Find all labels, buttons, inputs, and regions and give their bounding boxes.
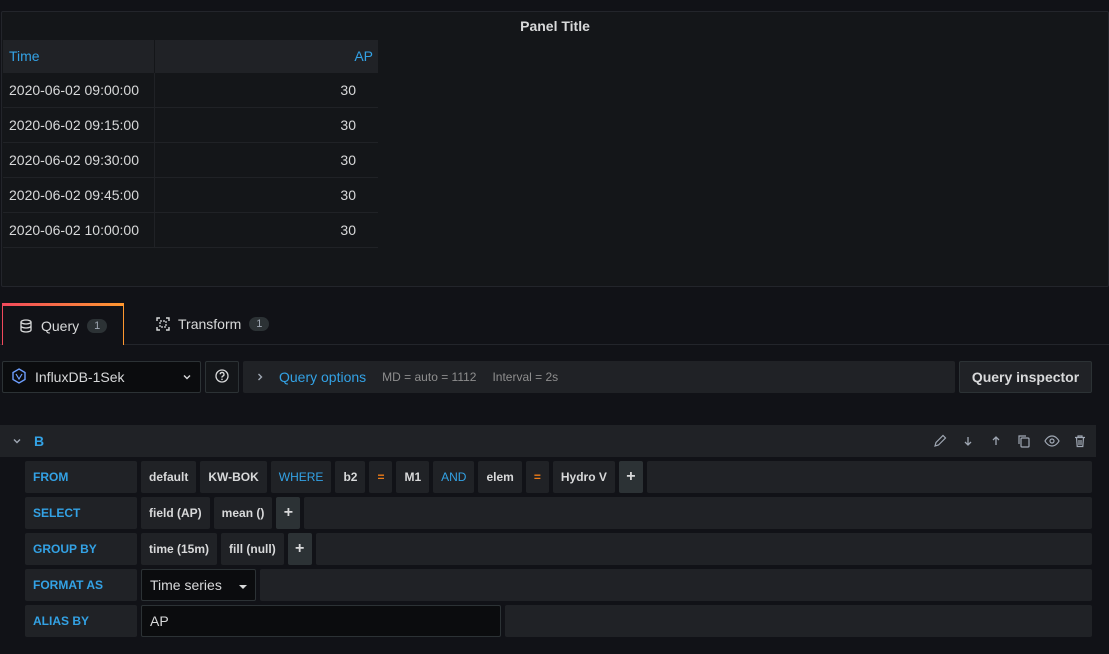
table-row: 2020-06-02 09:00:00 30 xyxy=(3,73,378,108)
trash-icon[interactable] xyxy=(1072,433,1088,449)
cell-ap: 30 xyxy=(340,222,356,238)
database-icon xyxy=(19,318,33,333)
measurement-segment[interactable]: KW-BOK xyxy=(200,461,267,493)
add-group-by-button[interactable]: + xyxy=(287,533,312,565)
tab-transform[interactable]: Transform 1 xyxy=(140,303,285,345)
chevron-down-icon[interactable] xyxy=(12,433,22,449)
format-select[interactable]: Time series xyxy=(141,569,256,601)
retention-policy-segment[interactable]: default xyxy=(141,461,197,493)
chevron-down-icon xyxy=(182,369,192,385)
group-by-row: GROUP BY time (15m) fill (null) + xyxy=(25,533,1092,565)
where-keyword: WHERE xyxy=(270,461,332,493)
panel-title[interactable]: Panel Title xyxy=(2,18,1108,34)
question-circle-icon xyxy=(215,368,229,386)
query-ref-id: B xyxy=(34,433,45,449)
help-button[interactable] xyxy=(205,361,239,393)
pencil-icon[interactable] xyxy=(932,433,948,449)
tag-key-segment[interactable]: elem xyxy=(478,461,522,493)
row-filler xyxy=(260,569,1092,601)
cell-time: 2020-06-02 09:30:00 xyxy=(3,143,155,177)
tab-query[interactable]: Query 1 xyxy=(2,303,124,346)
row-filler xyxy=(646,461,1092,493)
cell-time: 2020-06-02 09:15:00 xyxy=(3,108,155,142)
tag-value-segment[interactable]: Hydro V xyxy=(552,461,615,493)
add-condition-button[interactable]: + xyxy=(618,461,643,493)
aggregation-segment[interactable]: mean () xyxy=(213,497,273,529)
and-condition-segment[interactable]: AND xyxy=(433,461,475,493)
table-header: Time AP xyxy=(3,40,378,73)
arrow-down-icon[interactable] xyxy=(960,433,976,449)
select-row: SELECT field (AP) mean () + xyxy=(25,497,1092,529)
format-as-row: FORMAT AS Time series xyxy=(25,569,1092,601)
fill-segment[interactable]: fill (null) xyxy=(221,533,284,565)
column-header-time[interactable]: Time xyxy=(3,40,155,73)
query-options-label: Query options xyxy=(279,369,367,385)
add-select-button[interactable]: + xyxy=(276,497,301,529)
column-header-ap[interactable]: AP xyxy=(155,40,378,73)
max-data-points-info: MD = auto = 1112 xyxy=(382,370,477,384)
data-table: Time AP 2020-06-02 09:00:00 30 2020-06-0… xyxy=(3,40,378,248)
group-by-label: GROUP BY xyxy=(25,533,137,565)
alias-by-row: ALIAS BY AP xyxy=(25,605,1092,637)
tab-transform-count: 1 xyxy=(249,317,270,331)
caret-down-icon xyxy=(239,577,247,593)
cell-ap: 30 xyxy=(340,117,356,133)
tag-key-segment[interactable]: b2 xyxy=(335,461,366,493)
eye-icon[interactable] xyxy=(1044,433,1060,449)
datasource-name: InfluxDB-1Sek xyxy=(35,369,125,385)
chevron-right-icon xyxy=(255,369,265,385)
interval-info: Interval = 2s xyxy=(492,370,559,384)
datasource-picker[interactable]: InfluxDB-1Sek xyxy=(2,361,201,393)
alias-by-label: ALIAS BY xyxy=(25,605,137,637)
tag-value-segment[interactable]: M1 xyxy=(396,461,430,493)
table-row: 2020-06-02 10:00:00 30 xyxy=(3,213,378,248)
influxdb-icon xyxy=(11,367,27,387)
tab-query-count: 1 xyxy=(87,318,108,333)
format-as-label: FORMAT AS xyxy=(25,569,137,601)
tab-transform-label: Transform xyxy=(178,316,242,332)
arrow-up-icon[interactable] xyxy=(988,433,1004,449)
table-row: 2020-06-02 09:30:00 30 xyxy=(3,143,378,178)
operator-segment[interactable]: = xyxy=(525,461,549,493)
format-value: Time series xyxy=(150,577,222,593)
query-options-toggle[interactable]: Query options MD = auto = 1112 Interval … xyxy=(243,361,955,393)
field-segment[interactable]: field (AP) xyxy=(141,497,210,529)
panel: Panel Title Time AP 2020-06-02 09:00:00 … xyxy=(1,11,1109,287)
alias-input[interactable]: AP xyxy=(141,605,501,637)
transform-icon xyxy=(156,317,170,331)
cell-time: 2020-06-02 09:45:00 xyxy=(3,178,155,212)
from-label: FROM xyxy=(25,461,137,493)
cell-time: 2020-06-02 09:00:00 xyxy=(3,73,155,107)
editor-tabs: Query 1 Transform 1 xyxy=(0,303,1109,346)
cell-ap: 30 xyxy=(340,82,356,98)
table-row: 2020-06-02 09:45:00 30 xyxy=(3,178,378,213)
row-filler xyxy=(304,497,1092,529)
table-row: 2020-06-02 09:15:00 30 xyxy=(3,108,378,143)
query-row-header[interactable]: B xyxy=(0,425,1096,457)
cell-ap: 30 xyxy=(340,152,356,168)
copy-icon[interactable] xyxy=(1016,433,1032,449)
operator-segment[interactable]: = xyxy=(369,461,393,493)
select-label: SELECT xyxy=(25,497,137,529)
row-filler xyxy=(315,533,1092,565)
query-inspector-button[interactable]: Query inspector xyxy=(959,361,1092,393)
query-row-actions xyxy=(932,425,1088,457)
cell-time: 2020-06-02 10:00:00 xyxy=(3,213,155,247)
time-interval-segment[interactable]: time (15m) xyxy=(141,533,218,565)
cell-ap: 30 xyxy=(340,187,356,203)
tab-query-label: Query xyxy=(41,317,80,334)
from-row: FROM default KW-BOK WHERE b2 = M1 AND el… xyxy=(25,461,1092,493)
row-filler xyxy=(505,605,1092,637)
